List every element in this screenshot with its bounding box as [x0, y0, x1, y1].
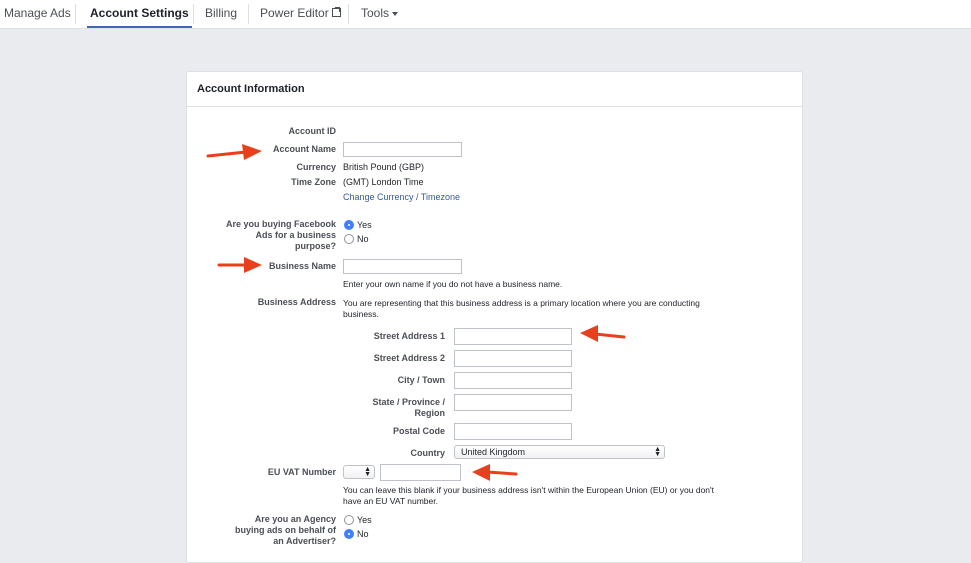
account-name-label: Account Name	[272, 144, 336, 154]
account-name-input[interactable]	[343, 142, 462, 157]
country-select[interactable]: United Kingdom ▲ ▼	[454, 445, 665, 459]
postal-code-input[interactable]	[454, 423, 572, 440]
business-purpose-no-radio[interactable]	[344, 234, 354, 244]
business-name-input[interactable]	[343, 259, 462, 274]
agency-no-label: No	[357, 529, 369, 539]
select-arrows-icon: ▲ ▼	[654, 446, 661, 458]
eu-vat-label: EU VAT Number	[267, 467, 336, 477]
agency-no-radio[interactable]	[344, 529, 354, 539]
account-information-card: Account Information Account ID Account N…	[186, 71, 803, 563]
business-purpose-yes-radio[interactable]	[344, 220, 354, 230]
currency-label: Currency	[296, 162, 336, 172]
tab-billing[interactable]: Billing	[205, 0, 237, 28]
city-town-input[interactable]	[454, 372, 572, 389]
timezone-label: Time Zone	[291, 177, 336, 187]
chevron-down-icon	[392, 11, 399, 16]
business-purpose-label-line2: Ads for a business	[255, 230, 336, 240]
currency-value: British Pound (GBP)	[343, 162, 425, 172]
state-province-label-line1: State / Province /	[372, 397, 445, 407]
tab-label: Tools	[361, 6, 390, 20]
tab-label: Manage Ads	[4, 6, 71, 20]
street-address-2-label: Street Address 2	[373, 353, 445, 363]
state-province-input[interactable]	[454, 394, 572, 411]
tab-manage-ads[interactable]: Manage Ads	[4, 0, 71, 28]
business-purpose-label-line3: purpose?	[294, 241, 336, 251]
card-header: Account Information	[187, 72, 802, 107]
tab-divider	[248, 4, 249, 24]
business-name-note: Enter your own name if you do not have a…	[343, 279, 563, 289]
vat-note-line1: You can leave this blank if your busines…	[343, 485, 715, 495]
street-address-2-input[interactable]	[454, 350, 572, 367]
tab-divider	[193, 4, 194, 24]
business-purpose-no-label: No	[357, 234, 369, 244]
annotation-arrow-business-name	[217, 257, 262, 273]
top-navigation: Manage Ads Account Settings Billing Powe…	[0, 0, 971, 29]
business-purpose-yes-label: Yes	[357, 220, 372, 230]
vat-country-select[interactable]: ▲ ▼	[343, 465, 375, 479]
agency-yes-label: Yes	[357, 515, 372, 525]
business-purpose-label-line1: Are you buying Facebook	[225, 219, 336, 229]
country-label: Country	[410, 448, 446, 458]
change-currency-timezone-link[interactable]: Change Currency / Timezone	[343, 192, 460, 203]
eu-vat-input[interactable]	[380, 464, 461, 481]
tab-label: Account Settings	[90, 6, 189, 20]
agency-label-line3: an Advertiser?	[273, 536, 336, 546]
timezone-value: (GMT) London Time	[343, 177, 424, 187]
annotation-arrow-eu-vat	[472, 464, 518, 481]
annotation-arrow-street-address	[580, 325, 626, 342]
business-address-note-line2: business.	[343, 309, 379, 319]
country-select-value: United Kingdom	[461, 447, 526, 457]
agency-label-line2: buying ads on behalf of	[235, 525, 336, 535]
tab-label: Power Editor	[260, 6, 329, 20]
business-name-label: Business Name	[268, 261, 336, 271]
street-address-1-input[interactable]	[454, 328, 572, 345]
agency-label-line1: Are you an Agency	[254, 514, 336, 524]
city-town-label: City / Town	[397, 375, 445, 385]
business-address-note-line1: You are representing that this business …	[343, 298, 700, 308]
tab-power-editor[interactable]: Power Editor	[260, 0, 341, 28]
tab-tools[interactable]: Tools	[361, 0, 399, 28]
card-title: Account Information	[197, 83, 305, 95]
tab-divider	[75, 4, 76, 24]
state-province-label-line2: Region	[414, 408, 446, 418]
tab-label: Billing	[205, 6, 238, 20]
external-link-icon	[331, 7, 341, 17]
business-address-label: Business Address	[257, 297, 336, 307]
select-arrows-icon: ▲ ▼	[364, 466, 371, 478]
agency-yes-radio[interactable]	[344, 515, 354, 525]
postal-code-label: Postal Code	[392, 426, 445, 436]
annotation-arrow-account-name	[206, 144, 262, 160]
vat-note-line2: have an EU VAT number.	[343, 496, 438, 506]
street-address-1-label: Street Address 1	[373, 331, 445, 341]
tab-account-settings[interactable]: Account Settings	[87, 0, 192, 28]
tab-divider	[348, 4, 349, 24]
account-id-label: Account ID	[288, 126, 336, 136]
